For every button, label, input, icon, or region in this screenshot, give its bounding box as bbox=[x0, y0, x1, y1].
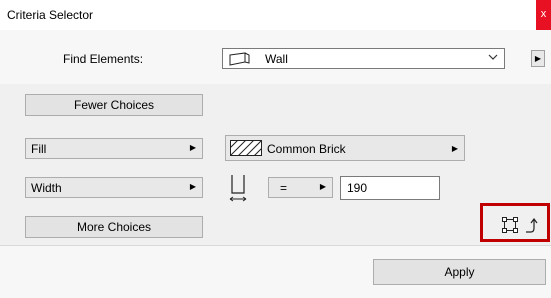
chevron-down-icon bbox=[488, 51, 498, 66]
triangle-right-icon: ▶ bbox=[451, 144, 458, 153]
triangle-right-icon: ▶ bbox=[319, 182, 326, 191]
rectangle-selection-icon[interactable] bbox=[502, 217, 518, 236]
more-options-arrow[interactable]: ▶ bbox=[531, 50, 545, 67]
property-label: Fill bbox=[31, 142, 47, 156]
fill-value-label: Common Brick bbox=[267, 142, 346, 156]
close-button[interactable]: x bbox=[536, 0, 551, 30]
triangle-right-icon: ▶ bbox=[534, 54, 542, 63]
property-label: Width bbox=[31, 181, 62, 195]
hatch-pattern-icon bbox=[229, 139, 263, 159]
wall-icon bbox=[229, 52, 251, 69]
element-type-value: Wall bbox=[265, 52, 288, 66]
operator-popup[interactable]: = ▶ bbox=[268, 177, 333, 198]
fill-value-popup[interactable]: Common Brick ▶ bbox=[225, 135, 465, 161]
triangle-right-icon: ▶ bbox=[189, 143, 196, 152]
element-type-dropdown[interactable]: Wall bbox=[222, 48, 505, 69]
width-value-input[interactable]: 190 bbox=[340, 176, 440, 200]
criteria-selector-window: Criteria Selector x Find Elements: Wall … bbox=[0, 0, 551, 298]
title-bar: Criteria Selector x bbox=[0, 0, 551, 31]
triangle-right-icon: ▶ bbox=[189, 182, 196, 191]
highlighted-icon-group bbox=[480, 203, 550, 242]
find-elements-label: Find Elements: bbox=[63, 52, 144, 66]
property-popup-fill[interactable]: Fill ▶ bbox=[25, 138, 203, 159]
height-dimension-icon bbox=[227, 173, 249, 208]
more-choices-button[interactable]: More Choices bbox=[25, 216, 203, 238]
apply-button[interactable]: Apply bbox=[373, 259, 546, 285]
fewer-choices-button[interactable]: Fewer Choices bbox=[25, 94, 203, 116]
operator-label: = bbox=[280, 181, 288, 195]
property-popup-width[interactable]: Width ▶ bbox=[25, 177, 203, 198]
curved-arrow-icon[interactable] bbox=[525, 216, 541, 237]
window-title: Criteria Selector bbox=[7, 8, 94, 22]
